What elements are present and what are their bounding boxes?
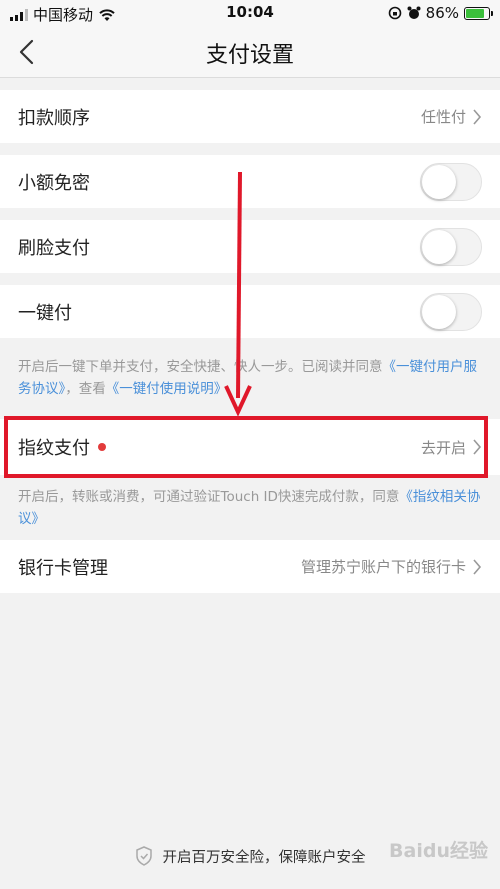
status-right: 86%: [388, 4, 493, 22]
small-no-password-toggle[interactable]: [420, 162, 482, 201]
face-pay-toggle[interactable]: [420, 227, 482, 266]
one-click-pay-toggle[interactable]: [420, 292, 482, 331]
annotation-highlight-box: [4, 416, 488, 478]
battery-icon: [464, 6, 493, 20]
fingerprint-note: 开启后，转账或消费，可通过验证Touch ID快速完成付款，同意《指纹相关协议》: [18, 486, 482, 530]
face-pay-row: 刷脸支付: [0, 220, 500, 273]
chevron-right-icon: [473, 108, 482, 125]
one-click-guide-link[interactable]: 《一键付使用说明》: [106, 381, 228, 397]
footer-text[interactable]: 开启百万安全险，保障账户安全: [163, 846, 366, 867]
status-bar: 中国移动 10:04 86%: [0, 0, 500, 26]
battery-percent: 86%: [425, 4, 459, 22]
one-click-note-mid: ，查看: [65, 381, 106, 397]
shield-icon: [135, 846, 152, 866]
chevron-right-icon: [473, 558, 482, 575]
deduction-order-value: 任性付: [420, 108, 466, 126]
small-no-password-row: 小额免密: [0, 155, 500, 208]
small-no-password-label: 小额免密: [18, 172, 90, 194]
deduction-order-label: 扣款顺序: [18, 107, 90, 129]
bank-card-value: 管理苏宁账户下的银行卡: [300, 558, 466, 576]
nav-bar: 支付设置: [0, 26, 500, 78]
alarm-icon: [407, 6, 421, 19]
watermark-logo: Baidu经验: [389, 840, 488, 862]
orientation-lock-icon: [388, 6, 401, 20]
deduction-order-row[interactable]: 扣款顺序 任性付: [0, 90, 500, 143]
one-click-note: 开启后一键下单并支付，安全快捷、快人一步。已阅读并同意《一键付用户服务协议》，查…: [18, 356, 482, 400]
bank-card-row[interactable]: 银行卡管理 管理苏宁账户下的银行卡: [0, 540, 500, 593]
one-click-pay-row: 一键付: [0, 285, 500, 338]
one-click-note-text: 开启后一键下单并支付，安全快捷、快人一步。已阅读并同意: [18, 359, 383, 375]
bank-card-label: 银行卡管理: [18, 557, 108, 579]
face-pay-label: 刷脸支付: [18, 237, 90, 259]
one-click-pay-label: 一键付: [18, 302, 72, 324]
page-title: 支付设置: [205, 43, 294, 68]
fingerprint-note-text: 开启后，转账或消费，可通过验证Touch ID快速完成付款，同意: [18, 489, 400, 505]
